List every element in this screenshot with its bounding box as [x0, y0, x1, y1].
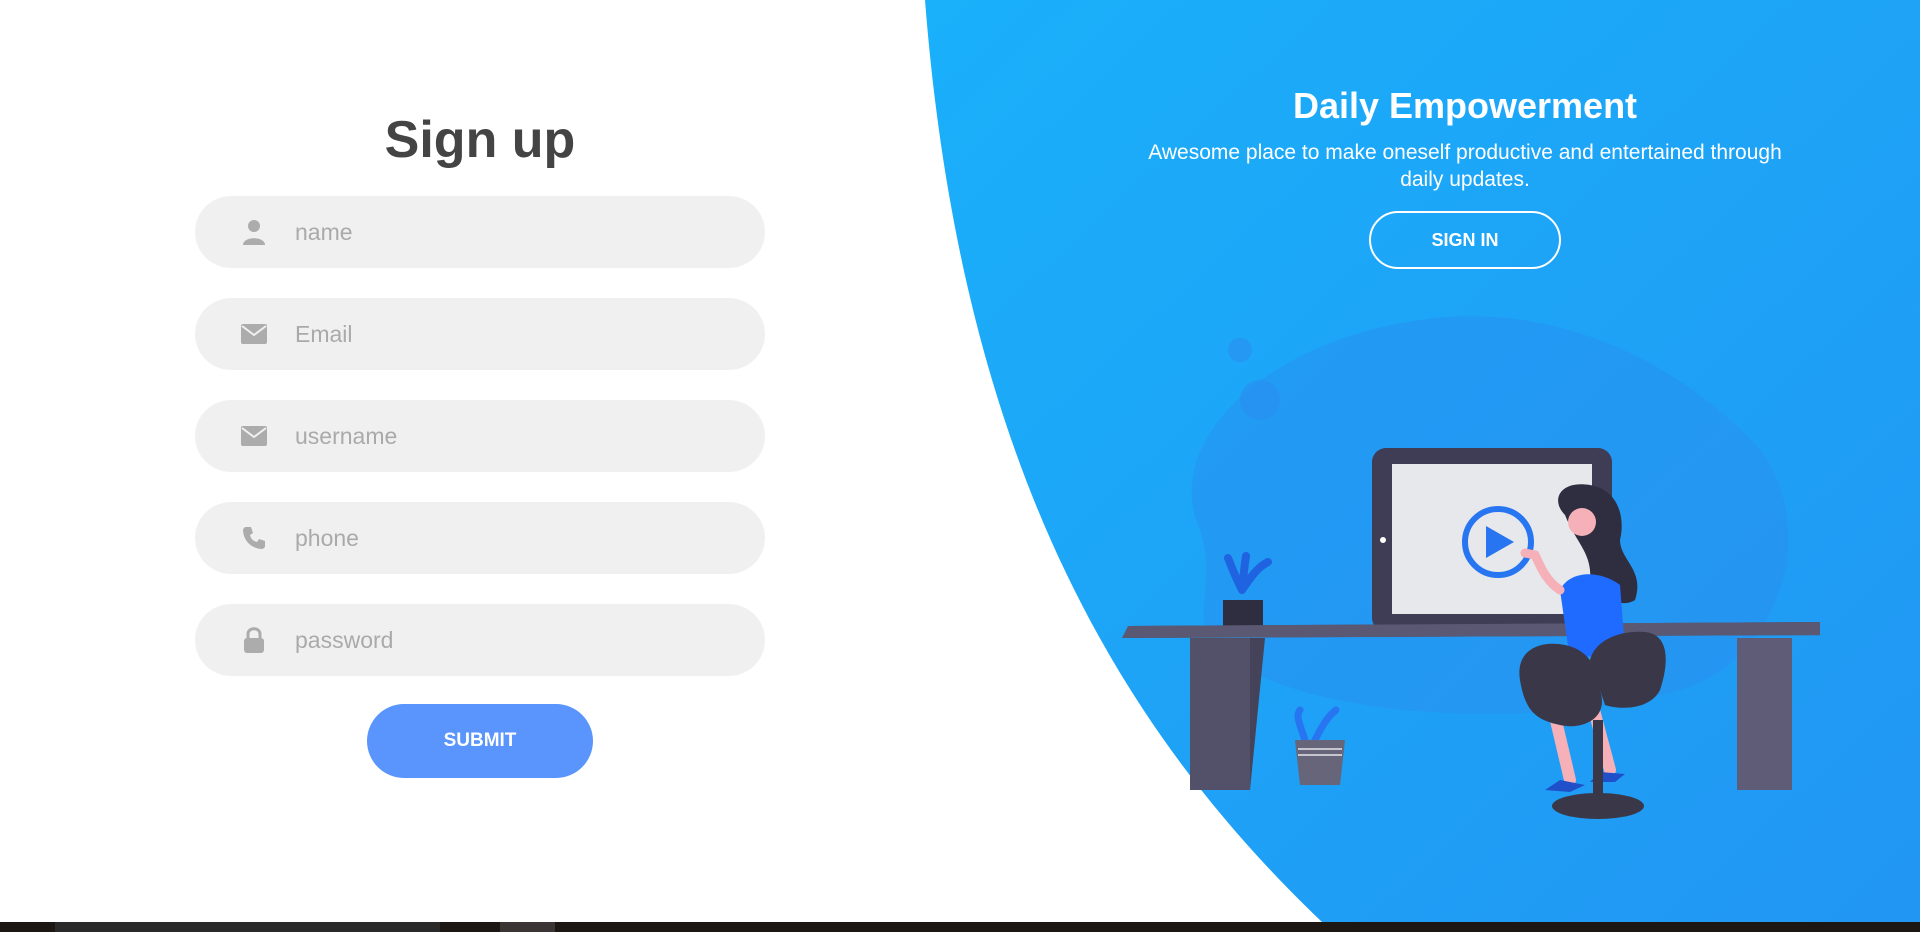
panel-description: Awesome place to make oneself productive…	[1148, 141, 1782, 191]
lock-icon	[195, 626, 285, 654]
envelope-icon	[195, 426, 285, 446]
name-input[interactable]	[285, 195, 765, 269]
phone-input[interactable]	[285, 501, 765, 575]
panel-content: Daily Empowerment Awesome place to make …	[1140, 85, 1790, 269]
email-field[interactable]	[195, 297, 765, 371]
signup-form: Sign up SUBMIT	[195, 110, 765, 778]
signup-title: Sign up	[384, 111, 576, 169]
desk-illustration	[1122, 316, 1820, 819]
envelope-icon	[195, 324, 285, 344]
password-field[interactable]	[195, 603, 765, 677]
submit-button[interactable]: SUBMIT	[367, 704, 593, 778]
username-field[interactable]	[195, 399, 765, 473]
username-input[interactable]	[285, 399, 765, 473]
user-icon	[195, 219, 285, 245]
sign-in-button[interactable]: SIGN IN	[1369, 211, 1561, 269]
password-input[interactable]	[285, 603, 765, 677]
phone-field[interactable]	[195, 501, 765, 575]
taskbar-item[interactable]	[55, 922, 440, 932]
taskbar-item[interactable]	[500, 922, 555, 932]
panel-heading: Daily Empowerment	[1292, 85, 1638, 126]
email-input[interactable]	[285, 297, 765, 371]
phone-icon	[195, 525, 285, 551]
name-field[interactable]	[195, 195, 765, 269]
